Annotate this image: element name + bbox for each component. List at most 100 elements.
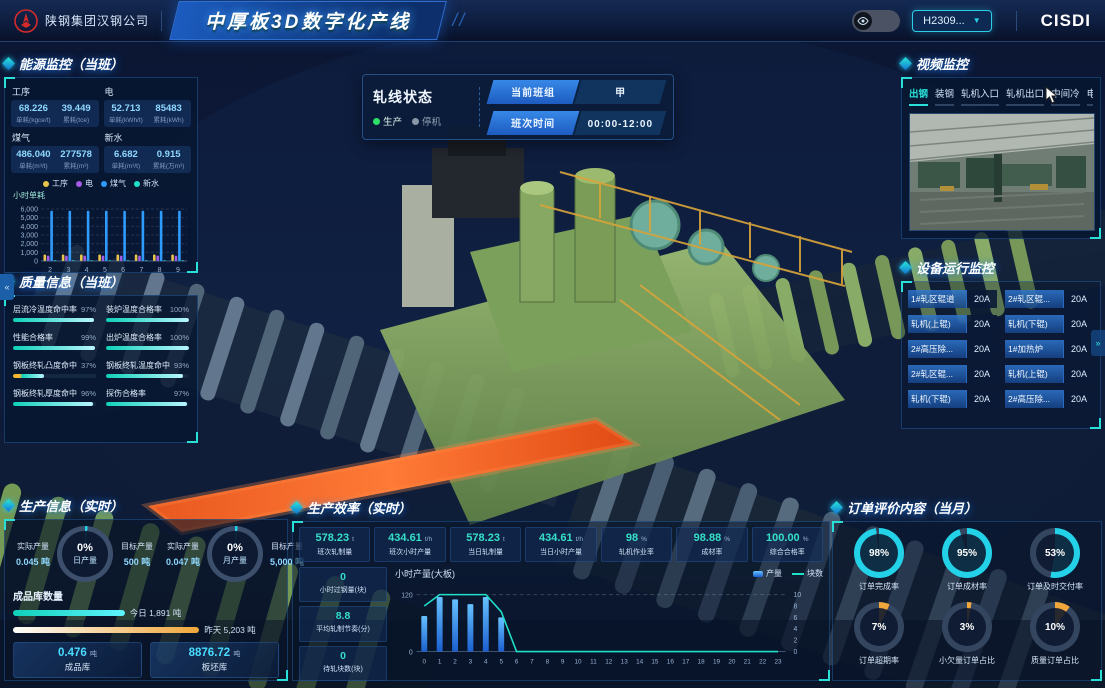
stock-bar-fill [13,627,199,633]
quality-item: 装炉温度合格率100% [106,304,189,322]
quality-item: 钢板终轧温度命中率93% [106,360,189,378]
order-gauge-percent: 3% [948,608,986,646]
panel-diamond-icon [290,501,303,514]
svg-text:1,000: 1,000 [20,250,38,257]
device-item[interactable]: 轧机(下辊)20A [1005,315,1094,333]
device-value: 20A [966,290,997,308]
quality-bar [13,318,96,322]
dashboard-root: 陕钢集团汉钢公司 中厚板3D数字化产线 // H2309... ▼ CISDI … [0,0,1105,688]
device-item[interactable]: 2#轧区辊...20A [908,365,997,383]
quality-bar-fill [13,346,95,350]
device-name: 1#轧区辊道 [908,290,966,308]
panel-diamond-icon [899,261,912,274]
quality-value: 99% [81,333,96,342]
device-item[interactable]: 1#轧区辊道20A [908,290,997,308]
energy-legend: 工序电煤气新水 [11,178,191,189]
video-feed[interactable] [909,113,1095,231]
collapse-left-tab[interactable]: « [0,274,14,300]
production-gauge-group: 实际产量0.045 吨0%日产量目标产量500 吨 [13,526,157,582]
stock-bars: 今日 1,891 吨昨天 5,203 吨 [13,607,279,636]
svg-text:11: 11 [590,658,597,665]
energy-metric: 0.915累耗(万m³) [147,149,190,170]
device-item[interactable]: 轧机(上辊)20A [1005,365,1094,383]
quality-label: 探伤合格率 [106,388,146,399]
device-item[interactable]: 轧机(上辊)20A [908,315,997,333]
quality-panel-title: 质量信息（当班） [19,272,123,291]
video-tab-4[interactable]: 轧机出口 [1006,86,1044,106]
video-tab-6[interactable]: 电动辊 [1087,86,1093,106]
legend-dot-icon [134,181,140,187]
quality-value: 37% [81,361,96,370]
metric-label: 综合合格率 [754,547,821,557]
gauge-label: 月产量 [223,555,247,566]
energy-unit: 单耗(m³/t) [12,160,55,170]
svg-text:9: 9 [561,658,565,665]
metric-label: 当日轧制量 [452,547,519,557]
metric-label: 班次轧制量 [301,547,368,557]
svg-text:4: 4 [484,658,488,665]
quality-value: 97% [81,305,96,314]
legend-item: 工序 [43,178,68,189]
energy-quadrants: 工序68.226单耗(kgce/t)39.449累耗(tce)电52.713单耗… [11,84,191,173]
stock-bar-fill [13,610,125,616]
orders-panel-title: 订单评价内容（当月） [847,498,977,517]
device-item[interactable]: 轧机(下辊)20A [908,390,997,408]
side-stat-label: 小时过钢量(块) [300,585,386,595]
efficiency-metric: 434.61 t/h当日小时产量 [525,527,596,562]
expand-right-tab[interactable]: » [1091,330,1105,356]
svg-text:23: 23 [774,658,782,665]
order-gauge: 3%小欠量订单占比 [939,602,995,666]
target-value: 500 吨 [117,555,157,568]
energy-hourly-chart: 01,0002,0003,0004,0005,0006,00023456789 [11,201,191,279]
stock-bar-label: 今日 1,891 吨 [130,607,182,619]
running-dot-icon [373,118,380,125]
visibility-toggle[interactable] [852,10,900,32]
panel-line-status: 轧线状态 生产 停机 当前班组甲班次时间00:00-12:00 [362,74,674,140]
quality-bar [106,374,189,378]
quality-value: 97% [174,389,189,398]
device-name: 轧机(下辊) [1005,315,1063,333]
bar-legend-icon [753,571,763,577]
video-tab-2[interactable]: 装钢 [935,86,954,106]
panel-energy: 能源监控（当班） 工序68.226单耗(kgce/t)39.449累耗(tce)… [4,54,198,273]
device-item[interactable]: 2#轧区辊...20A [1005,290,1094,308]
efficiency-side-stat: 0小时过钢量(块) [299,567,387,602]
legend-item: 电 [76,178,93,189]
camera-frame [910,114,1094,230]
device-item[interactable]: 2#高压除...20A [908,340,997,358]
energy-metric: 277578累耗(m³) [55,149,98,170]
efficiency-metric: 578.23 t班次轧制量 [299,527,370,562]
energy-quadrant: 煤气486.040单耗(m³/t)277578累耗(m³) [11,130,99,173]
device-value: 20A [1063,290,1094,308]
metric-unit: t/h [576,536,583,543]
device-name: 2#高压除... [1005,390,1063,408]
stopped-dot-icon [412,118,419,125]
device-item[interactable]: 2#高压除...20A [1005,390,1094,408]
header-divider [161,11,162,31]
metric-unit: % [641,536,647,543]
device-name: 轧机(上辊) [1005,365,1063,383]
efficiency-metric: 98 %轧机作业率 [601,527,672,562]
gauge-center: 0%日产量 [62,531,108,577]
quality-row: 探伤合格率 97% [106,388,189,399]
video-tab-1[interactable]: 出钢 [909,86,928,106]
svg-text:120: 120 [401,593,413,600]
legend-item: 煤气 [101,178,126,189]
line-legend-icon [792,573,804,575]
energy-quadrant-title: 工序 [12,85,99,98]
shift-value: 甲 [573,80,667,104]
metric-label: 轧机作业率 [603,547,670,557]
legend-label: 煤气 [110,178,126,189]
production-gauge: 0%月产量 [207,526,263,582]
order-gauge-ring: 98% [854,528,904,578]
video-tab-3[interactable]: 轧机入口 [961,86,999,106]
order-gauge-label: 订单超期率 [854,655,904,666]
heat-number-value: H2309... [923,15,965,27]
panel-diamond-icon [2,57,15,70]
efficiency-metric: 434.61 t/h班次小时产量 [374,527,445,562]
heat-number-select[interactable]: H2309... ▼ [912,10,992,32]
order-gauge-ring: 10% [1030,602,1080,652]
energy-unit: 累耗(万m³) [147,160,190,170]
stock-title: 成品库数量 [13,588,279,603]
device-item[interactable]: 1#加热炉20A [1005,340,1094,358]
